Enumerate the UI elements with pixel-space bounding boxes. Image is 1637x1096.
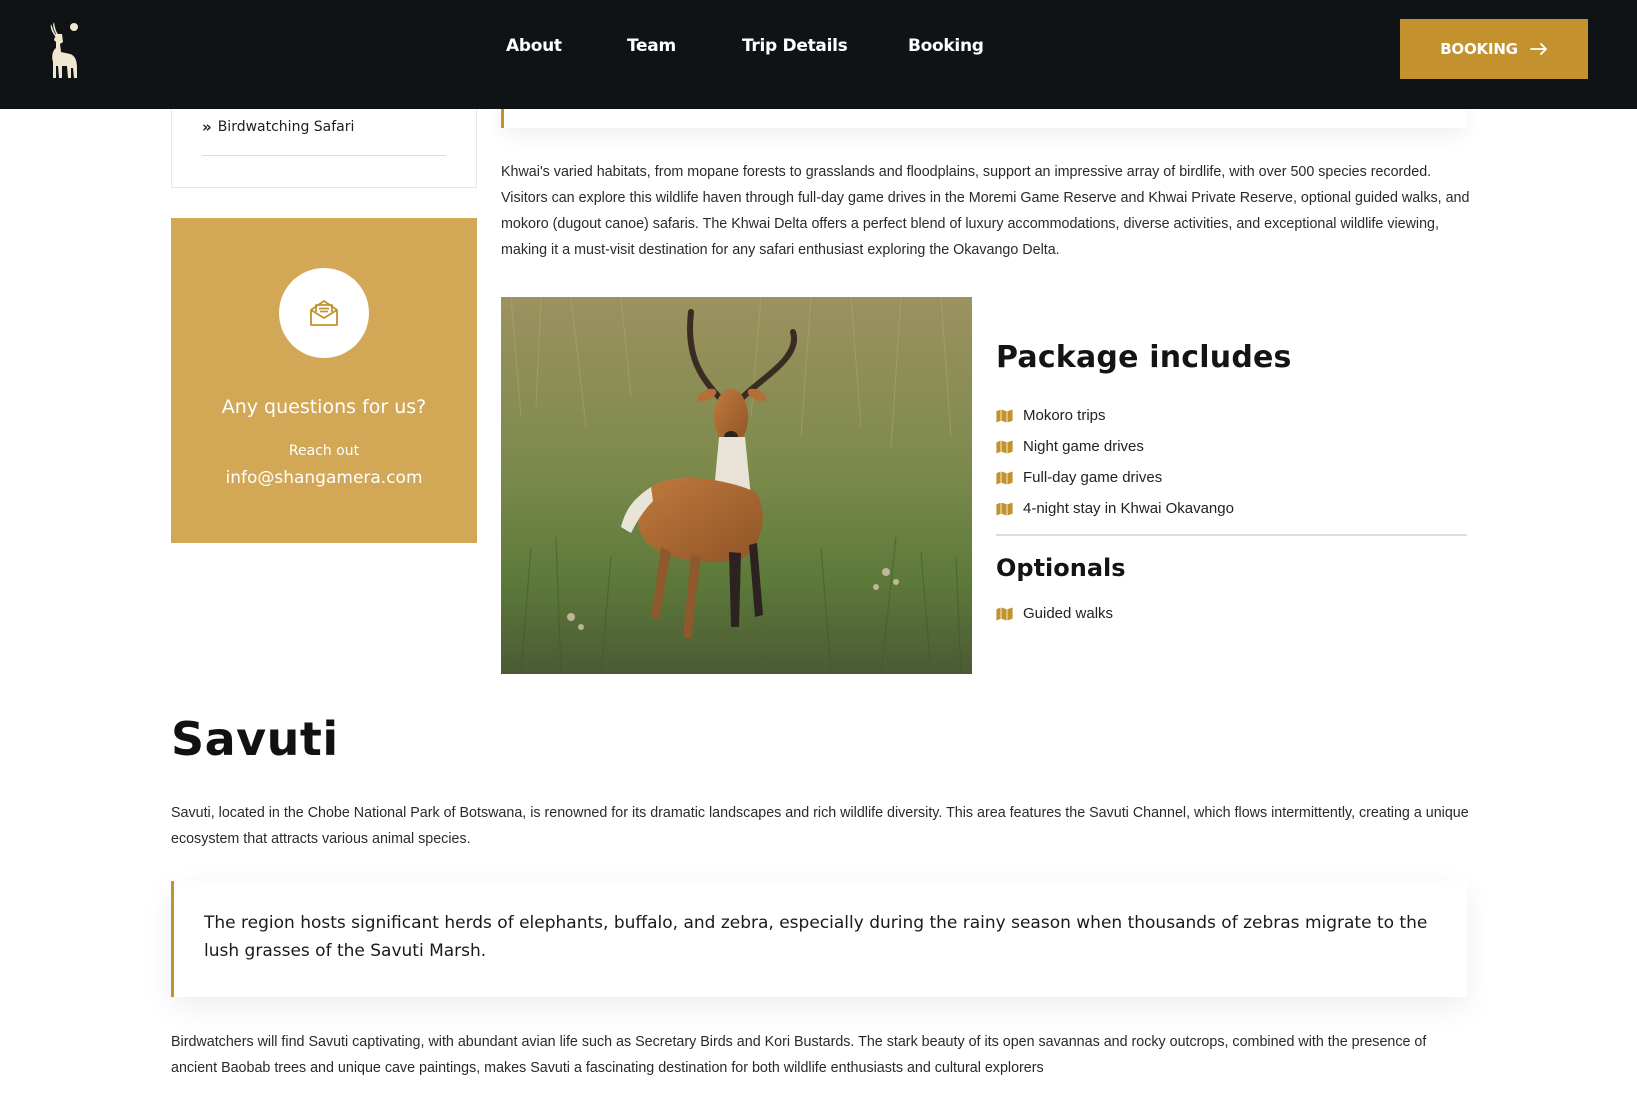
- sidebar-item-label: Birdwatching Safari: [217, 119, 355, 135]
- map-icon: [996, 606, 1013, 621]
- contact-subtitle: Reach out: [288, 443, 360, 459]
- optionals-list: Guided walks: [996, 598, 1113, 629]
- package-item-label: Full-day game drives: [1023, 469, 1163, 486]
- site-header: About Team Trip Details Booking BOOKING: [0, 0, 1637, 109]
- list-item: 4-night stay in Khwai Okavango: [996, 493, 1234, 524]
- package-title: Package includes: [996, 340, 1292, 375]
- savuti-paragraph-2: Birdwatchers will find Savuti captivatin…: [171, 1034, 1427, 1076]
- nav-booking[interactable]: Booking: [908, 36, 984, 56]
- main-nav: About Team Trip Details Booking: [0, 36, 1637, 66]
- arrow-right-icon: [1529, 43, 1547, 55]
- savuti-paragraph-1: Savuti, located in the Chobe National Pa…: [171, 805, 1469, 847]
- savuti-quote: The region hosts significant herds of el…: [171, 881, 1467, 997]
- map-icon: [996, 439, 1013, 454]
- contact-icon-circle: [279, 268, 369, 358]
- khwai-paragraph: Khwai's varied habitats, from mopane for…: [501, 164, 1470, 258]
- booking-button-label: BOOKING: [1440, 40, 1518, 58]
- package-item-label: Night game drives: [1023, 438, 1144, 455]
- double-chevron-right-icon: »: [202, 118, 212, 136]
- sidebar-item-birdwatching-safari[interactable]: » Birdwatching Safari: [202, 118, 354, 136]
- package-list: Mokoro trips Night game drives Full-day …: [996, 400, 1234, 524]
- envelope-open-icon: [310, 300, 338, 326]
- divider: [996, 534, 1467, 536]
- map-icon: [996, 501, 1013, 516]
- nav-trip-details[interactable]: Trip Details: [742, 36, 848, 56]
- nav-team[interactable]: Team: [627, 36, 676, 56]
- package-item-label: Mokoro trips: [1023, 407, 1106, 424]
- package-item-label: 4-night stay in Khwai Okavango: [1023, 500, 1234, 517]
- contact-box: Any questions for us? Reach out info@sha…: [171, 218, 477, 543]
- list-item: Full-day game drives: [996, 462, 1234, 493]
- map-icon: [996, 470, 1013, 485]
- list-item: Mokoro trips: [996, 400, 1234, 431]
- lechwe-antelope-photo: [501, 297, 972, 674]
- antelope-image: [501, 297, 972, 674]
- savuti-heading: Savuti: [171, 712, 339, 766]
- list-item: Night game drives: [996, 431, 1234, 462]
- map-icon: [996, 408, 1013, 423]
- optional-item-label: Guided walks: [1023, 605, 1114, 622]
- optionals-title: Optionals: [996, 554, 1126, 582]
- booking-button[interactable]: BOOKING: [1400, 19, 1588, 79]
- nav-about[interactable]: About: [506, 36, 562, 56]
- contact-title: Any questions for us?: [221, 396, 427, 418]
- list-item: Guided walks: [996, 598, 1113, 629]
- divider: [202, 155, 446, 156]
- sidebar-links: » Birdwatching Safari: [171, 100, 477, 188]
- contact-email-link[interactable]: info@shangamera.com: [171, 468, 477, 488]
